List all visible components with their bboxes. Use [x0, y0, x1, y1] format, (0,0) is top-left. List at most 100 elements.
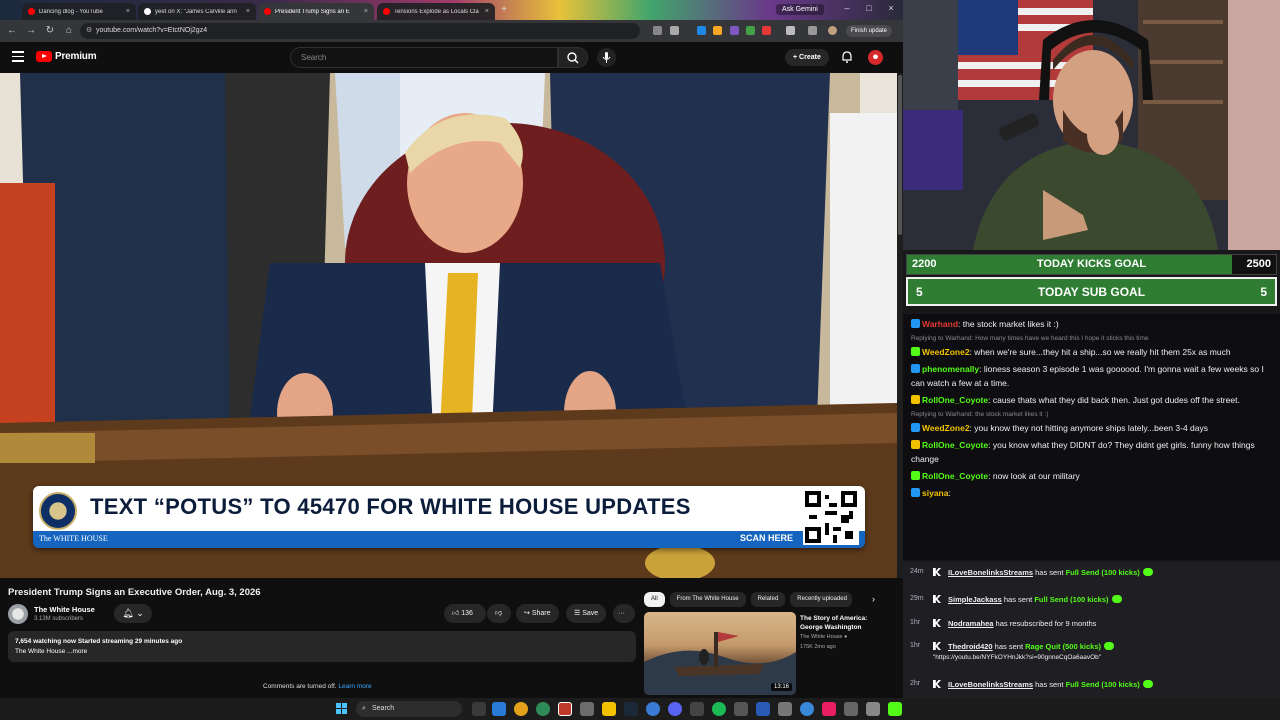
edge-icon[interactable]: [536, 702, 550, 716]
share-icon: ↪: [524, 610, 532, 617]
forward-icon[interactable]: →: [24, 24, 38, 38]
search-button[interactable]: [558, 47, 588, 68]
learn-more-link[interactable]: Learn more: [338, 683, 371, 690]
app-icon-15[interactable]: [778, 702, 792, 716]
chat-username[interactable]: RollOne_Coyote: [922, 440, 988, 450]
chat-text: : cause thats what they did back then. J…: [988, 395, 1240, 405]
close-tab-icon[interactable]: ×: [246, 8, 250, 15]
event-username[interactable]: Nodramahea: [948, 619, 993, 628]
extension-3-icon[interactable]: [730, 26, 739, 35]
share-button[interactable]: ↪ Share: [516, 604, 559, 623]
extensions-puzzle-icon[interactable]: [786, 26, 795, 35]
tab-president-trump[interactable]: President Trump Signs an E ×: [258, 3, 374, 20]
app-icon-16[interactable]: [800, 702, 814, 716]
tab-tensions-explode[interactable]: Tensions Explode as Locals Cla ×: [377, 3, 495, 20]
start-button[interactable]: [336, 703, 348, 715]
chat-username[interactable]: phenomenally: [922, 364, 979, 374]
ask-gemini-button[interactable]: Ask Gemini: [776, 4, 824, 15]
home-icon[interactable]: ⌂: [62, 24, 76, 38]
tab-dancing-dlog[interactable]: Dancing dlog - YouTube ×: [22, 3, 136, 20]
back-icon[interactable]: ←: [5, 24, 19, 38]
youtube-logo[interactable]: Premium: [36, 51, 97, 62]
steam-icon[interactable]: [624, 702, 638, 716]
obs-icon[interactable]: [690, 702, 704, 716]
active-app-icon[interactable]: [558, 702, 572, 716]
search-input[interactable]: Search: [290, 47, 558, 68]
event-username[interactable]: Thedroid420: [948, 642, 993, 651]
extension-4-icon[interactable]: [746, 26, 755, 35]
notifications-button[interactable]: [840, 50, 854, 64]
account-avatar[interactable]: [868, 50, 883, 65]
sidepanel-icon[interactable]: [808, 26, 817, 35]
maximize-icon[interactable]: □: [862, 3, 876, 13]
task-view-icon[interactable]: [472, 702, 486, 716]
minimize-icon[interactable]: –: [840, 3, 854, 13]
kicks-goal-bar: TODAY KICKS GOAL 2200 2500: [906, 254, 1277, 275]
calculator-icon[interactable]: [580, 702, 594, 716]
app-icon-9[interactable]: [646, 702, 660, 716]
file-explorer-icon[interactable]: [602, 702, 616, 716]
save-button[interactable]: ☰ Save: [566, 604, 607, 623]
create-button[interactable]: + Create: [785, 49, 829, 66]
video-player[interactable]: TEXT “POTUS” TO 45470 FOR WHITE HOUSE UP…: [0, 73, 897, 578]
close-window-icon[interactable]: ×: [884, 3, 898, 13]
discord-icon[interactable]: [668, 702, 682, 716]
chat-username[interactable]: RollOne_Coyote: [922, 471, 988, 481]
chip-related[interactable]: Related: [750, 592, 786, 607]
like-button[interactable]: 👍︎ 136: [444, 604, 486, 623]
new-tab-button[interactable]: +: [498, 4, 510, 16]
site-info-icon[interactable]: ⚙: [86, 23, 92, 39]
taskbar-search[interactable]: ⌕ Search: [356, 701, 462, 717]
chevron-right-icon[interactable]: ›: [872, 594, 875, 604]
chat-message: RollOne_Coyote: you know what they DIDNT…: [911, 438, 1272, 466]
tab-x-post[interactable]: yeet on X: "James Carville ann ×: [138, 3, 256, 20]
event-username[interactable]: ILoveBonelinksStreams: [948, 680, 1033, 689]
app-icon-19[interactable]: [866, 702, 880, 716]
bookmark-star-icon[interactable]: [670, 26, 679, 35]
close-tab-icon[interactable]: ×: [364, 8, 368, 15]
related-video-thumbnail[interactable]: 13:16: [644, 612, 796, 695]
close-tab-icon[interactable]: ×: [485, 8, 489, 15]
app-icon-14[interactable]: [756, 702, 770, 716]
channel-avatar[interactable]: [8, 604, 28, 624]
chat-username[interactable]: RollOne_Coyote: [922, 395, 988, 405]
hamburger-menu-icon[interactable]: [12, 51, 24, 63]
app-icon-17[interactable]: [822, 702, 836, 716]
chip-recently-uploaded[interactable]: Recently uploaded: [790, 592, 853, 607]
chrome-icon[interactable]: [514, 702, 528, 716]
chat-username[interactable]: Warhand: [922, 319, 958, 329]
description-box[interactable]: 7,654 watching now Started streaming 29 …: [8, 631, 636, 662]
event-time: 1hr: [910, 642, 921, 649]
chat-username[interactable]: WeedZone2: [922, 347, 970, 357]
kick-app-icon[interactable]: [888, 702, 902, 716]
chip-from-channel[interactable]: From The White House: [669, 592, 746, 607]
voice-search-button[interactable]: [597, 48, 616, 67]
event-username[interactable]: SimpleJackass: [948, 595, 1002, 604]
extension-2-icon[interactable]: [713, 26, 722, 35]
install-app-icon[interactable]: [653, 26, 662, 35]
url-field[interactable]: ⚙ youtube.com/watch?v=EtctNOj2gz4: [80, 23, 640, 39]
related-video-title[interactable]: The Story of America: George Washington: [800, 614, 890, 632]
more-actions-button[interactable]: ···: [613, 604, 635, 623]
related-meta: 175K 2mo ago: [800, 644, 836, 650]
extension-5-icon[interactable]: [762, 26, 771, 35]
app-icon-13[interactable]: [734, 702, 748, 716]
chip-all[interactable]: All: [644, 592, 665, 607]
app-icon-18[interactable]: [844, 702, 858, 716]
finish-update-button[interactable]: Finish update: [846, 25, 893, 37]
youtube-header: Premium Search + Create: [0, 42, 903, 73]
event-username[interactable]: ILoveBonelinksStreams: [948, 568, 1033, 577]
chat-username[interactable]: WeedZone2: [922, 423, 970, 433]
subscription-bell-button[interactable]: 🔔︎ ⌄: [114, 604, 152, 623]
chat-message: phenomenally: lioness season 3 episode 1…: [911, 362, 1272, 390]
channel-name[interactable]: The White House: [34, 605, 95, 614]
dislike-button[interactable]: 👎︎: [487, 604, 511, 623]
reload-icon[interactable]: ↻: [43, 24, 57, 38]
spotify-icon[interactable]: [712, 702, 726, 716]
widgets-icon[interactable]: [492, 702, 506, 716]
profile-avatar[interactable]: [828, 26, 837, 35]
chat-username[interactable]: siyana: [922, 488, 948, 498]
extension-1-icon[interactable]: [697, 26, 706, 35]
event-message-link[interactable]: "https://youtu.be/NYFkOYHnJkk?si=90gnneC…: [933, 654, 1101, 661]
close-tab-icon[interactable]: ×: [126, 8, 130, 15]
